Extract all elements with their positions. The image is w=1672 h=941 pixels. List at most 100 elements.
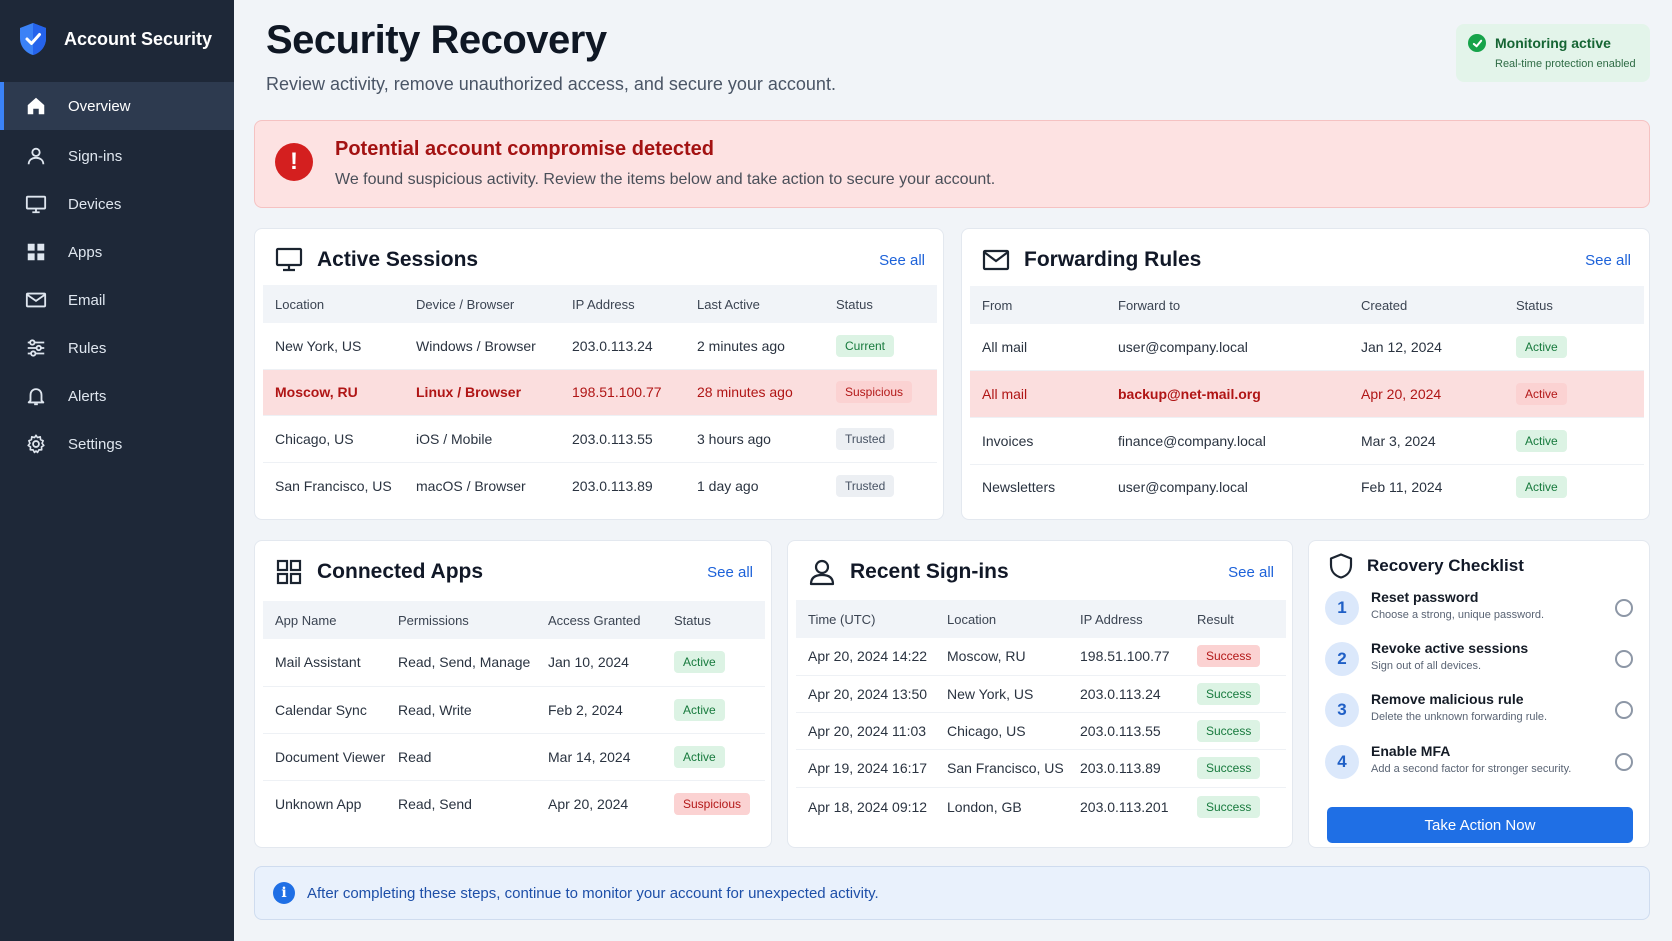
column-header: Forward to xyxy=(1118,297,1181,313)
cell-access-granted: Feb 2, 2024 xyxy=(536,686,662,734)
column-header: Last Active xyxy=(697,296,760,312)
table-row[interactable]: Apr 19, 2024 16:17 San Francisco, US 203… xyxy=(796,749,1286,788)
cell-forward-to: finance@company.local xyxy=(1106,417,1349,465)
cell-from: All mail xyxy=(970,324,1106,371)
table-row[interactable]: Document Viewer Read Mar 14, 2024 Active xyxy=(263,733,765,781)
step-radio[interactable] xyxy=(1615,599,1633,617)
table-row[interactable]: All mail user@company.local Jan 12, 2024… xyxy=(970,324,1644,371)
cell-location: Moscow, RU xyxy=(935,638,1068,676)
cell-permissions: Read, Write xyxy=(386,686,536,734)
cell-forward-to: user@company.local xyxy=(1118,479,1248,496)
cell-forward-to: backup@net-mail.org xyxy=(1106,370,1349,418)
sidebar-item-settings[interactable]: Settings xyxy=(0,420,234,468)
step-radio[interactable] xyxy=(1615,701,1633,719)
cell-from: Invoices xyxy=(970,417,1106,465)
take-action-button[interactable]: Take Action Now xyxy=(1327,807,1633,843)
step-description: Delete the unknown forwarding rule. xyxy=(1371,711,1548,723)
cell-permissions: Read, Send xyxy=(398,796,472,813)
cell-location: New York, US xyxy=(263,323,404,370)
mail-icon xyxy=(24,288,48,312)
table-row[interactable]: Apr 20, 2024 14:22 Moscow, RU 198.51.100… xyxy=(796,638,1286,676)
sidebar-item-devices[interactable]: Devices xyxy=(0,180,234,228)
shield-icon xyxy=(1327,552,1355,580)
sidebar-item-rules[interactable]: Rules xyxy=(0,324,234,372)
step-title: Enable MFA xyxy=(1371,743,1451,759)
sidebar-item-alerts[interactable]: Alerts xyxy=(0,372,234,420)
table-row[interactable]: Invoices finance@company.local Mar 3, 20… xyxy=(970,417,1644,465)
column-header: Created xyxy=(1361,297,1408,313)
connected-apps-card: Connected Apps See all App Name Permissi… xyxy=(254,540,772,848)
table-row[interactable]: New York, US Windows / Browser 203.0.113… xyxy=(263,323,937,370)
apps-grid-icon xyxy=(275,558,303,586)
status-badge: Active xyxy=(674,698,725,721)
info-icon: i xyxy=(273,882,295,904)
status-badge: Active xyxy=(674,651,725,674)
step-number: 1 xyxy=(1325,591,1359,625)
status-badge: Active xyxy=(1516,476,1567,499)
column-header: Access Granted xyxy=(548,612,641,628)
step-number: 2 xyxy=(1325,642,1359,676)
table-row[interactable]: Unknown App Read, Send Apr 20, 2024 Susp… xyxy=(263,780,765,828)
see-all-link[interactable]: See all xyxy=(879,252,925,269)
table-row[interactable]: Mail Assistant Read, Send, Manage Jan 10… xyxy=(263,639,765,687)
sidebar-item-apps[interactable]: Apps xyxy=(0,228,234,276)
cell-ip: 203.0.113.89 xyxy=(1068,749,1185,788)
column-header: IP Address xyxy=(1080,611,1143,627)
see-all-link[interactable]: See all xyxy=(707,564,753,581)
alert-title: Potential account compromise detected xyxy=(335,138,714,160)
step-description: Sign out of all devices. xyxy=(1371,660,1482,672)
sidebar-item-sign-ins[interactable]: Sign-ins xyxy=(0,132,234,180)
table-row[interactable]: Calendar Sync Read, Write Feb 2, 2024 Ac… xyxy=(263,686,765,734)
table-row-suspicious[interactable]: Moscow, RU Linux / Browser 198.51.100.77… xyxy=(263,369,937,416)
mail-icon xyxy=(982,246,1010,274)
cell-created: Feb 11, 2024 xyxy=(1361,479,1443,496)
column-header: Time (UTC) xyxy=(808,611,876,627)
cell-ip: 203.0.113.55 xyxy=(560,415,685,463)
table-row[interactable]: Apr 18, 2024 09:12 London, GB 203.0.113.… xyxy=(796,787,1286,826)
sidebar-item-overview[interactable]: Overview xyxy=(0,82,234,130)
table-row[interactable]: San Francisco, US macOS / Browser 203.0.… xyxy=(263,462,937,509)
compromise-alert: ! Potential account compromise detected … xyxy=(254,120,1650,208)
table-row[interactable]: Chicago, US iOS / Mobile 203.0.113.55 3 … xyxy=(263,415,937,463)
apps-table: App Name Permissions Access Granted Stat… xyxy=(263,601,765,828)
cell-ip: 203.0.113.55 xyxy=(1068,712,1185,750)
cell-last-active: 1 day ago xyxy=(697,477,759,494)
monitor-icon xyxy=(24,192,48,216)
cell-ip: 203.0.113.201 xyxy=(1080,798,1169,815)
cell-location: New York, US xyxy=(935,675,1068,713)
table-header-row: Time (UTC) Location IP Address Result xyxy=(796,600,1286,638)
see-all-link[interactable]: See all xyxy=(1585,252,1631,269)
status-badge: Active xyxy=(674,745,725,768)
step-radio[interactable] xyxy=(1615,753,1633,771)
cell-ip: 203.0.113.89 xyxy=(572,477,653,494)
table-row-malicious[interactable]: All mail backup@net-mail.org Apr 20, 202… xyxy=(970,370,1644,418)
bell-icon xyxy=(24,384,48,408)
monitoring-status-badge: Monitoring active Real-time protection e… xyxy=(1456,24,1650,82)
forwarding-rules-card: Forwarding Rules See all From Forward to… xyxy=(961,228,1650,520)
step-radio[interactable] xyxy=(1615,650,1633,668)
checklist-step-reset-password: 1 Reset password Choose a strong, unique… xyxy=(1325,587,1641,635)
see-all-link[interactable]: See all xyxy=(1228,564,1274,581)
checklist-step-enable-mfa: 4 Enable MFA Add a second factor for str… xyxy=(1325,741,1641,789)
status-badge: Active xyxy=(1516,335,1567,358)
cell-location: San Francisco, US xyxy=(275,477,392,494)
result-badge: Success xyxy=(1197,795,1261,818)
alert-message: We found suspicious activity. Review the… xyxy=(335,171,996,188)
column-header: From xyxy=(982,297,1013,313)
result-badge: Success xyxy=(1197,719,1261,742)
page-subtitle: Review activity, remove unauthorized acc… xyxy=(266,74,836,94)
sidebar-item-label: Rules xyxy=(68,339,107,357)
step-title: Revoke active sessions xyxy=(1371,640,1529,656)
cell-access-granted: Apr 20, 2024 xyxy=(548,796,629,813)
table-row[interactable]: Apr 20, 2024 11:03 Chicago, US 203.0.113… xyxy=(796,712,1286,750)
table-row[interactable]: Newsletters user@company.local Feb 11, 2… xyxy=(970,464,1644,510)
cell-access-granted: Mar 14, 2024 xyxy=(536,733,662,781)
cell-created: Apr 20, 2024 xyxy=(1349,370,1504,418)
cell-time: Apr 20, 2024 13:50 xyxy=(796,675,935,713)
table-row[interactable]: Apr 20, 2024 13:50 New York, US 203.0.11… xyxy=(796,675,1286,713)
cell-location: Chicago, US xyxy=(935,712,1068,750)
sidebar-item-email[interactable]: Email xyxy=(0,276,234,324)
card-title: Connected Apps xyxy=(317,560,484,583)
info-banner: i After completing these steps, continue… xyxy=(254,866,1650,920)
cell-from: All mail xyxy=(970,370,1106,418)
